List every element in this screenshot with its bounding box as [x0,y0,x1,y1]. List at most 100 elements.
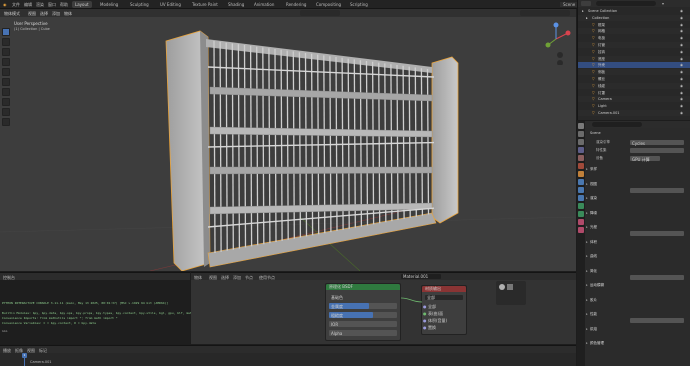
outliner-item[interactable]: ▽ Light ◉ [578,103,690,109]
scene-selector[interactable]: Scene [560,2,579,7]
outliner-item[interactable]: ▽ Camera.001 ◉ [578,110,690,116]
menu-edit[interactable]: 编辑 [24,2,32,8]
visibility-icon[interactable]: ◉ [680,90,683,96]
timeline-view-menu[interactable]: 视图 [27,348,35,354]
outliner-item[interactable]: ▽ 框架 ◉ [578,22,690,28]
tool-tab-icon[interactable] [578,123,584,129]
chevron-right-icon[interactable]: ▸ [586,182,588,186]
properties-section-header[interactable]: 颜色管理 [590,341,604,346]
blender-logo-icon[interactable]: ◉ [3,2,7,7]
chevron-right-icon[interactable]: ▸ [586,298,588,302]
render-engine-dropdown[interactable]: Cycles [630,140,684,146]
visibility-icon[interactable]: ◉ [680,56,683,62]
tab-modeling[interactable]: Modeling [100,2,118,7]
tab-texture-paint[interactable]: Texture Paint [192,2,218,7]
tab-compositing[interactable]: Compositing [316,2,341,7]
chevron-right-icon[interactable]: ▸ [586,341,588,345]
visibility-icon[interactable]: ◉ [680,42,683,48]
shader-editor[interactable]: 物体 视图 选择 添加 节点 使用节点 Material.001 原理化 BSD… [191,272,576,344]
tab-rendering[interactable]: Rendering [286,2,306,7]
visibility-icon[interactable]: ◉ [680,62,683,68]
chevron-right-icon[interactable]: ▸ [586,283,588,287]
output-tab-icon[interactable] [578,139,584,145]
outliner-item[interactable]: ▽ 灯罩 ◉ [578,90,690,96]
tab-scripting[interactable]: Scripting [350,2,368,7]
preview-sphere-icon[interactable] [499,284,505,290]
visibility-icon[interactable]: ◉ [680,96,683,102]
shading-mode-buttons[interactable] [520,10,570,16]
outliner-display-mode[interactable] [581,1,591,6]
console-prompt[interactable]: >>> [2,329,7,333]
visibility-icon[interactable]: ◉ [680,69,683,75]
outliner-search-input[interactable] [596,1,656,6]
properties-section-header[interactable]: 视图 [590,182,597,187]
property-field[interactable] [630,318,684,323]
python-console[interactable]: 控制台 PYTHON INTERACTIVE CONSOLE 3.11.11 (… [0,272,202,344]
properties-section-header[interactable]: 性能 [590,312,597,317]
timeline-marker-menu[interactable]: 标记 [39,348,47,354]
timeline-playback-menu[interactable]: 播放 [3,348,11,354]
chevron-right-icon[interactable]: ▸ [586,196,588,200]
properties-section-header[interactable]: 渲染 [590,196,597,201]
view-layer-tab-icon[interactable] [578,147,584,153]
data-tab-icon[interactable] [578,211,584,217]
chevron-right-icon[interactable]: ▸ [586,211,588,215]
visibility-icon[interactable]: ◉ [680,28,683,34]
outliner-item[interactable]: ▽ 挂钩 ◉ [578,49,690,55]
visibility-icon[interactable]: ◉ [680,49,683,55]
visibility-icon[interactable]: ◉ [680,103,683,109]
chevron-right-icon[interactable]: ▸ [586,269,588,273]
outliner-item[interactable]: ▽ Camera ◉ [578,96,690,103]
mosquito-lamp-model[interactable] [160,27,470,271]
outliner-item[interactable]: ▽ 网格 ◉ [578,28,690,35]
object-tab-icon[interactable] [578,171,584,177]
tab-shading[interactable]: Shading [228,2,244,7]
timeline[interactable]: 播放 抠像 视图 标记 1 Camera.001 [0,345,576,366]
properties-section-header[interactable]: 烘焙 [590,327,597,332]
property-field[interactable] [630,274,684,280]
constraints-tab-icon[interactable] [578,203,584,209]
menu-help[interactable]: 帮助 [60,2,68,8]
outliner-item[interactable]: ▽ 灯管 ◉ [578,42,690,48]
properties-section-header[interactable]: 胶片 [590,298,597,303]
scene-tab-icon[interactable] [578,155,584,161]
tab-animation[interactable]: Animation [254,2,274,7]
visibility-icon[interactable]: ◉ [680,83,683,89]
visibility-icon[interactable]: ◉ [680,76,683,82]
visibility-icon[interactable]: ◉ [680,8,683,14]
outliner-item[interactable]: ▸ Collection ◉ [578,14,690,21]
visibility-icon[interactable]: ◉ [680,35,683,41]
outliner-item[interactable]: ▽ 外壳 ◉ [578,62,690,69]
outliner-item[interactable]: ▽ 底座 ◉ [578,55,690,62]
properties-section-header[interactable]: 光程 [590,225,597,230]
properties-section-header[interactable]: 体积 [590,240,597,245]
timeline-camera-marker[interactable]: Camera.001 [30,360,52,364]
particles-tab-icon[interactable] [578,187,584,193]
properties-section-header[interactable]: 采样 [590,167,597,172]
modifier-tab-icon[interactable] [578,179,584,185]
menu-render[interactable]: 渲染 [36,2,44,8]
menu-file[interactable]: 文件 [12,2,20,8]
visibility-icon[interactable]: ◉ [680,15,683,21]
tab-uv-editing[interactable]: UV Editing [160,2,181,7]
tab-sculpting[interactable]: Sculpting [130,2,149,7]
properties-search-input[interactable] [592,122,642,127]
menu-window[interactable]: 窗口 [48,2,56,8]
physics-tab-icon[interactable] [578,195,584,201]
properties-section-header[interactable]: 简化 [590,269,597,274]
render-tab-icon[interactable] [578,131,584,137]
device-dropdown[interactable]: GPU 计算 [630,156,660,162]
chevron-right-icon[interactable]: ▸ [586,254,588,258]
chevron-right-icon[interactable]: ▸ [586,240,588,244]
chevron-right-icon[interactable]: ▸ [586,225,588,229]
property-field[interactable] [630,187,684,193]
3d-viewport[interactable]: 物体模式 视图 选择 添加 物体 User Perspective (1) Co… [0,9,576,271]
chevron-right-icon[interactable]: ▸ [586,327,588,331]
world-tab-icon[interactable] [578,163,584,169]
properties-section-header[interactable]: 运动模糊 [590,283,604,288]
feature-set-dropdown[interactable] [630,148,684,153]
properties-section-header[interactable]: 曲线 [590,254,597,259]
visibility-icon[interactable]: ◉ [680,110,683,116]
outliner-item[interactable]: ▽ 电极 ◉ [578,35,690,41]
properties-section-header[interactable]: 降噪 [590,211,597,216]
